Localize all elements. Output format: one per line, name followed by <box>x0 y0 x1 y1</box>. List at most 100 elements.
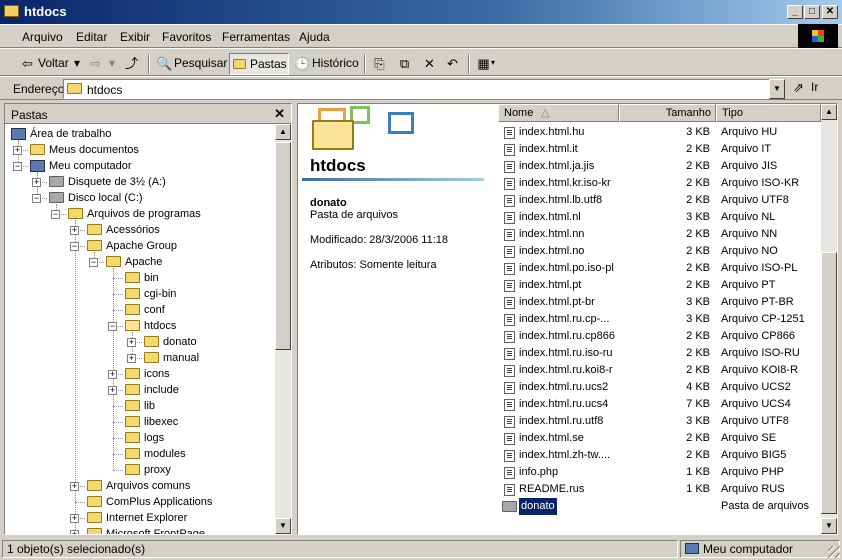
delete-button[interactable]: ✕ <box>420 53 440 75</box>
address-dropdown-button[interactable]: ▼ <box>769 79 785 99</box>
window-title: htdocs <box>24 4 67 19</box>
collapse-toggle-icon[interactable]: − <box>108 322 117 331</box>
tree-item-label: donato <box>163 336 197 348</box>
file-row[interactable]: index.html.nl 3 KB Arquivo NL <box>498 209 821 226</box>
scroll-down-button[interactable]: ▼ <box>821 518 837 534</box>
forward-button[interactable]: ⇨ <box>86 53 108 75</box>
copy-to-button[interactable]: ⧉ <box>395 53 415 75</box>
expand-toggle-icon[interactable]: + <box>70 530 79 534</box>
collapse-toggle-icon[interactable]: − <box>13 162 22 171</box>
file-size: 2 KB <box>686 262 710 274</box>
file-row[interactable]: index.html.it 2 KB Arquivo IT <box>498 141 821 158</box>
scroll-down-button[interactable]: ▼ <box>275 518 291 534</box>
minimize-button[interactable]: _ <box>787 5 803 19</box>
menu-ferramentas[interactable]: Ferramentas <box>222 30 290 44</box>
scroll-thumb[interactable] <box>821 252 837 514</box>
file-row[interactable]: info.php 1 KB Arquivo PHP <box>498 464 821 481</box>
address-input[interactable]: htdocs <box>63 79 771 99</box>
scroll-thumb[interactable] <box>275 142 291 350</box>
resize-grip[interactable] <box>828 546 840 558</box>
views-button[interactable]: ▦ ▾ <box>474 53 500 75</box>
file-row[interactable]: index.html.ru.utf8 3 KB Arquivo UTF8 <box>498 413 821 430</box>
file-list-scrollbar[interactable]: ▲ ▼ <box>821 104 837 534</box>
back-dropdown[interactable]: ▾ <box>74 53 84 75</box>
scroll-up-button[interactable]: ▲ <box>275 124 291 140</box>
close-button[interactable]: ✕ <box>822 5 838 19</box>
menu-favoritos[interactable]: Favoritos <box>162 30 211 44</box>
file-row[interactable]: index.html.ru.cp866 2 KB Arquivo CP866 <box>498 328 821 345</box>
collapse-toggle-icon[interactable]: − <box>32 194 41 203</box>
file-row[interactable]: index.html.pt 2 KB Arquivo PT <box>498 277 821 294</box>
expand-toggle-icon[interactable]: + <box>108 386 117 395</box>
folder-icon <box>125 432 140 443</box>
separator <box>364 54 366 74</box>
address-bar: Endereço htdocs ▼ ⇗ Ir <box>0 76 842 100</box>
expand-toggle-icon[interactable]: + <box>32 178 41 187</box>
collapse-toggle-icon[interactable]: − <box>51 210 60 219</box>
file-row[interactable]: index.html.pt-br 3 KB Arquivo PT-BR <box>498 294 821 311</box>
file-icon <box>504 433 515 445</box>
menu-ajuda[interactable]: Ajuda <box>299 30 330 44</box>
file-row[interactable]: index.html.lb.utf8 2 KB Arquivo UTF8 <box>498 192 821 209</box>
scroll-up-button[interactable]: ▲ <box>821 104 837 120</box>
go-button[interactable]: ⇗ Ir <box>793 80 818 95</box>
tree-item-label: Disquete de 3½ (A:) <box>68 176 166 188</box>
close-pane-button[interactable]: ✕ <box>274 106 285 122</box>
file-row[interactable]: index.html.zh-tw.... 2 KB Arquivo BIG5 <box>498 447 821 464</box>
folders-icon <box>232 57 247 72</box>
expand-toggle-icon[interactable]: + <box>70 514 79 523</box>
collapse-toggle-icon[interactable]: − <box>70 242 79 251</box>
undo-button[interactable]: ↶ <box>443 53 463 75</box>
file-icon <box>504 178 515 190</box>
expand-toggle-icon[interactable]: + <box>127 354 136 363</box>
expand-toggle-icon[interactable]: + <box>70 226 79 235</box>
title-bar[interactable]: htdocs _ □ ✕ <box>0 0 842 24</box>
file-name: index.html.ru.cp866 <box>519 330 615 342</box>
file-row[interactable]: README.rus 1 KB Arquivo RUS <box>498 481 821 498</box>
file-row[interactable]: index.html.ru.ucs4 7 KB Arquivo UCS4 <box>498 396 821 413</box>
file-row[interactable]: index.html.ru.ucs2 4 KB Arquivo UCS2 <box>498 379 821 396</box>
folder-icon <box>4 5 19 17</box>
file-row[interactable]: index.html.ru.koi8-r 2 KB Arquivo KOI8-R <box>498 362 821 379</box>
file-icon <box>504 280 515 292</box>
file-row[interactable]: index.html.kr.iso-kr 2 KB Arquivo ISO-KR <box>498 175 821 192</box>
file-row[interactable]: index.html.se 2 KB Arquivo SE <box>498 430 821 447</box>
back-button[interactable]: ⇦ Voltar <box>18 53 74 75</box>
menu-arquivo[interactable]: Arquivo <box>22 30 63 44</box>
file-row[interactable]: index.html.po.iso-pl 2 KB Arquivo ISO-PL <box>498 260 821 277</box>
folders-scrollbar[interactable]: ▲ ▼ <box>275 124 291 534</box>
file-size: 3 KB <box>686 313 710 325</box>
search-button[interactable]: 🔍 Pesquisar <box>154 53 227 75</box>
menu-exibir[interactable]: Exibir <box>120 30 150 44</box>
collapse-toggle-icon[interactable]: − <box>89 258 98 267</box>
folder-icon <box>68 208 83 219</box>
file-type: Arquivo UCS4 <box>721 398 791 410</box>
up-folder-button[interactable]: ⤴ <box>122 53 142 75</box>
file-row[interactable]: index.html.ru.cp-... 3 KB Arquivo CP-1251 <box>498 311 821 328</box>
column-type[interactable]: Tipo <box>716 104 821 122</box>
folders-button[interactable]: Pastas <box>229 53 289 75</box>
menu-editar[interactable]: Editar <box>76 30 107 44</box>
column-name[interactable]: Nome △ <box>498 104 619 122</box>
file-row[interactable]: index.html.hu 3 KB Arquivo HU <box>498 124 821 141</box>
file-row[interactable]: index.html.ru.iso-ru 2 KB Arquivo ISO-RU <box>498 345 821 362</box>
expand-toggle-icon[interactable]: + <box>127 338 136 347</box>
expand-toggle-icon[interactable]: + <box>108 370 117 379</box>
folder-icon <box>87 528 102 534</box>
tree-item-label: lib <box>144 400 156 412</box>
history-button[interactable]: 🕒 Histórico <box>292 53 359 75</box>
file-row[interactable]: index.html.ja.jis 2 KB Arquivo JIS <box>498 158 821 175</box>
maximize-button[interactable]: □ <box>804 5 820 19</box>
file-row[interactable]: index.html.no 2 KB Arquivo NO <box>498 243 821 260</box>
status-selection: 1 objeto(s) selecionado(s) <box>2 540 678 558</box>
forward-dropdown[interactable]: ▾ <box>109 53 119 75</box>
column-size[interactable]: Tamanho <box>619 104 716 122</box>
expand-toggle-icon[interactable]: + <box>70 482 79 491</box>
file-row[interactable]: index.html.nn 2 KB Arquivo NN <box>498 226 821 243</box>
file-name: index.html.ru.ucs2 <box>519 381 609 393</box>
file-size: 4 KB <box>686 381 710 393</box>
undo-icon: ↶ <box>447 56 458 71</box>
expand-toggle-icon[interactable]: + <box>13 146 22 155</box>
file-row[interactable]: donato Pasta de arquivos <box>498 498 821 515</box>
move-to-button[interactable]: ⎘ <box>370 53 390 75</box>
